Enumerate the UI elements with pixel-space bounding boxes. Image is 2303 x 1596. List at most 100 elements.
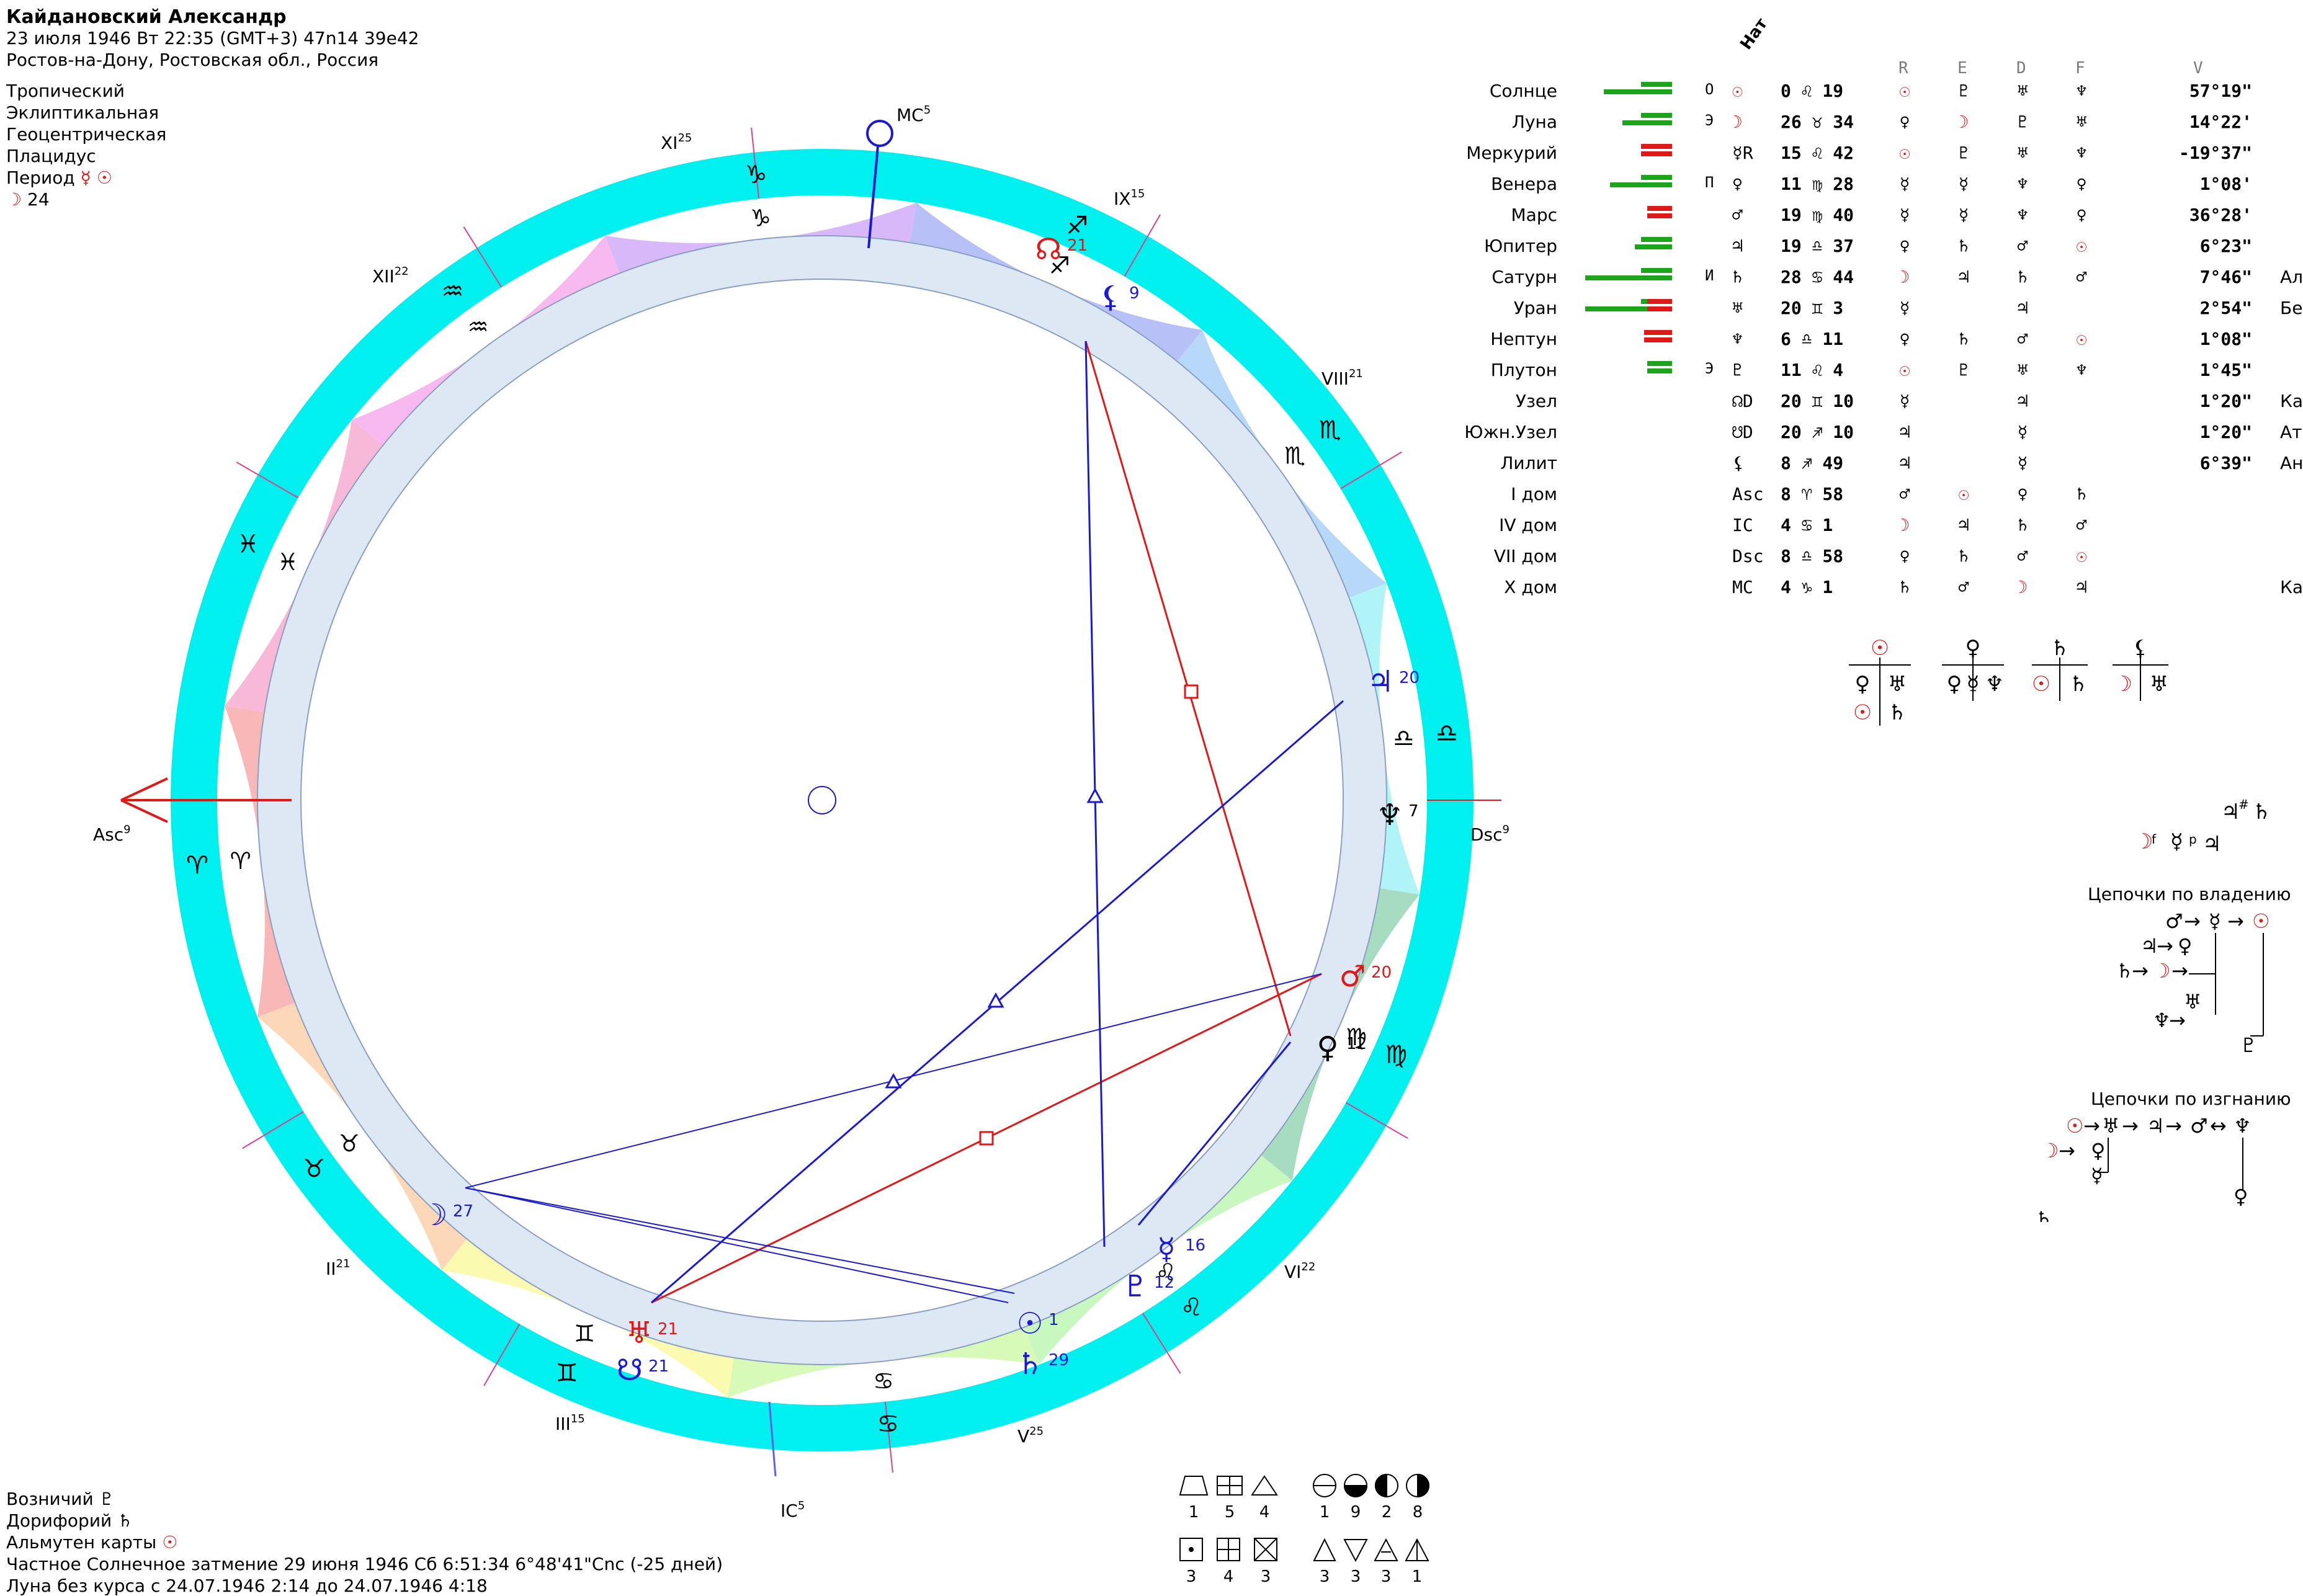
speed-value: 7°46" [2199,267,2252,287]
svg-text:☉: ☉ [2252,909,2270,933]
doryphory-line: Дорифорий ♄ [6,1510,133,1531]
planet-glyph: ♆ [1376,798,1403,832]
svg-text:☉: ☉ [1853,700,1872,725]
house-label: IX15 [1114,187,1145,209]
fall-cell: ♀ [2076,174,2087,194]
exaltation-cell: ♇ [1958,143,1969,163]
planet-symbol: ♃ [1732,236,1743,256]
zodiac-sign-outer-glyph: ♐ [1066,212,1088,240]
zodiac-sign-inner-glyph: ♓ [277,548,298,576]
fixed-star: Алюдра [2280,267,2303,287]
svg-text:♀: ♀ [2234,1185,2248,1208]
ruler-cell: ♀ [1899,112,1910,132]
planet-name: Луна [1511,112,1557,132]
svg-text:♀: ♀ [1947,672,1962,697]
svg-text:→: → [2132,959,2149,983]
svg-text:→: → [2227,909,2244,933]
legend-count-6: 3 [1261,1567,1271,1586]
dispositor-groups: ☉ ♀ ♅ ☉ ♄ ♀ ♀ ☿ ♆ ♄ ☉ ♄ ⚸ ☽ ♅ [1849,636,2168,726]
svg-text:#: # [2238,797,2249,812]
triangle-count-1: 3 [1320,1567,1330,1586]
phase-count-4: 8 [1413,1503,1423,1522]
zodiac-sign-inner-glyph: ♈ [230,847,251,875]
svg-text:♃: ♃ [2221,800,2240,824]
zodiac-sign-outer-glyph: ♊ [556,1359,578,1388]
planet-degree: 29 [1049,1351,1069,1370]
planet-name: Плутон [1490,360,1557,380]
strength-bars [1644,330,1672,342]
detriment-cell: ☿ [2017,453,2028,473]
mutual-reception-notes: ♃# ♄ ☽f ☿ p ♃ [2134,797,2271,857]
col-r: R [1898,59,1908,78]
svg-text:→: → [2059,1139,2075,1162]
eclipse-line: Частное Солнечное затмение 29 июня 1946 … [6,1554,723,1574]
zodiac-sign-inner-glyph: ♒ [468,313,489,341]
planet-symbol: ⚸ [1732,453,1745,473]
planet-symbol: IC [1732,515,1753,535]
ruler-cell: ♂ [1899,484,1910,504]
svg-text:♂: ♂ [2190,1114,2208,1138]
exaltation-cell: ☉ [1958,484,1969,504]
planet-symbol: ☽ [1732,112,1743,132]
svg-text:♀: ♀ [2178,934,2192,958]
asc-label: Asc9 [93,823,131,845]
detriment-cell: ♆ [2017,205,2028,225]
ruler-cell: ☉ [1899,143,1910,163]
planet-glyph: ☊ [1035,232,1062,267]
fall-cell: ☉ [2076,329,2087,349]
detriment-cell: ♂ [2017,236,2028,256]
planet-name: Сатурн [1491,267,1557,287]
ruler-cell: ♀ [1899,546,1910,566]
planet-position: 20 ♊ 10 [1781,391,1854,411]
detriment-cell: ☿ [2017,422,2028,442]
dignity-level: И [1705,267,1714,284]
speed-value: -19°37" [2178,143,2252,163]
planet-degree: 16 [1185,1236,1205,1255]
ruler-cell: ♃ [1899,422,1910,442]
speed-value: 14°22' [2189,112,2252,132]
planet-name: Юпитер [1483,236,1557,256]
house-label: XI25 [661,132,692,153]
ruler-cell: ☿ [1899,298,1910,318]
svg-text:→: → [2083,1114,2100,1138]
col-d: D [2016,59,2026,78]
planet-position: 19 ♎ 37 [1781,236,1854,256]
planet-position: 4 ♋ 1 [1781,515,1833,535]
exaltation-cell: ☿ [1958,205,1969,225]
planet-glyph: ♃ [1367,664,1393,699]
ruler-cell: ☿ [1899,391,1910,411]
svg-text:♄: ♄ [2252,800,2271,824]
svg-text:♆: ♆ [2234,1114,2252,1138]
planet-glyph: ☉ [1016,1306,1043,1341]
ruler-cell: ☉ [1899,81,1910,101]
planet-degree: 7 [1408,802,1419,821]
svg-text:☿: ☿ [1967,672,1980,697]
fall-cell: ♆ [2076,143,2087,163]
fixed-star: Антарес [2280,453,2303,473]
planet-name: Узел [1515,391,1557,411]
planet-position: 0 ♌ 19 [1781,81,1844,101]
svg-text:♀: ♀ [2091,1139,2105,1162]
zodiac-sign-inner-glyph: ♊ [574,1320,595,1347]
planet-degree: 9 [1129,284,1140,303]
planet-glyph: ♇ [1122,1269,1148,1304]
strength-bars [1585,299,1672,311]
house-label: III15 [555,1412,585,1434]
planet-name: Лилит [1500,453,1557,473]
phase-count-1: 1 [1320,1503,1330,1522]
zodiac-sign-inner-glyph: ♏ [1284,442,1305,470]
fall-cell: ♃ [2076,577,2087,597]
svg-text:♅: ♅ [1888,672,1907,697]
svg-text:→: → [2157,934,2173,958]
svg-text:♃: ♃ [2147,1114,2165,1138]
zodiac-sign-inner-glyph: ♋ [873,1367,894,1394]
planet-name: Уран [1513,298,1557,318]
zodiac-sign-inner-glyph: ♑ [750,205,771,232]
speed-value: 1°45" [2199,360,2252,380]
svg-text:♅: ♅ [2102,1114,2120,1138]
svg-text:♃: ♃ [2202,832,2221,857]
legend-count-2: 5 [1225,1503,1235,1522]
planet-name: I дом [1511,484,1557,504]
svg-text:☽: ☽ [2153,959,2171,983]
zodiac-sign-outer-glyph: ♎ [1436,720,1458,748]
